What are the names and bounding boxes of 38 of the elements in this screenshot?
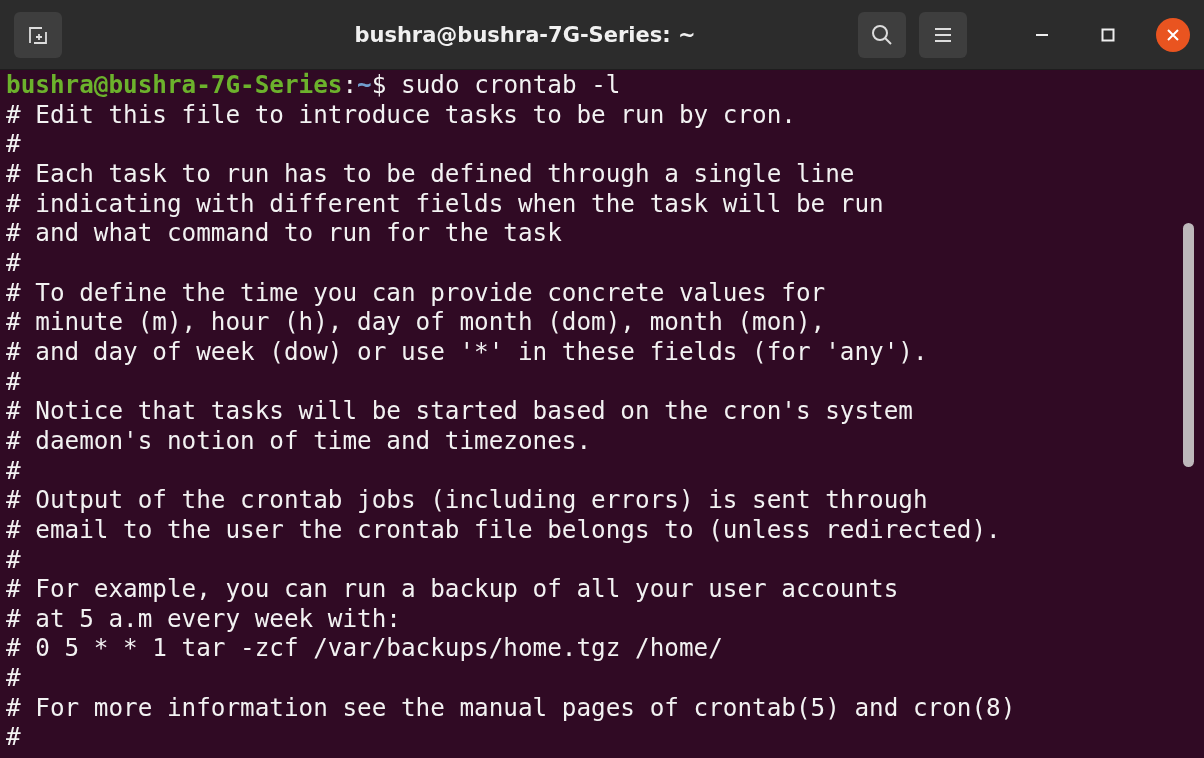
output-line: # Notice that tasks will be started based on the cron's system (6, 396, 914, 426)
output-line: # (6, 663, 22, 693)
output-line: # email to the user the crontab file belongs to (unless redirected). (6, 514, 1002, 545)
output-line: # Each task to run has to be defined through a single line (6, 158, 856, 189)
output-line: # at 5 a.m every week with: (6, 603, 402, 634)
search-icon (870, 22, 894, 47)
output-line: # (6, 366, 22, 397)
output-line: # (6, 544, 22, 575)
output-line: # minute (m), hour (h), day of month (dom), month (mon), (6, 307, 827, 337)
output-line: # Output of the crontab jobs (including errors) is sent through (6, 485, 929, 515)
menu-icon (933, 25, 953, 44)
close-button[interactable] (1156, 17, 1190, 52)
output-line: # daemon's notion of time and timezones. (6, 425, 593, 456)
new-tab-button[interactable] (14, 11, 62, 58)
output-line: # For example, you can run a backup of all your user accounts (6, 574, 900, 604)
prompt-user-host: bushra@bushra-7G-Series (6, 70, 343, 99)
output-line: # (6, 129, 22, 159)
output-line: # For more information see the manual pages of crontab(5) and cron(8) (6, 692, 1017, 723)
output-line: # (6, 455, 22, 486)
output-line: # 0 5 * * 1 tar -zcf /var/backups/home.tgz /home/ (6, 633, 724, 664)
output-line: # Edit this file to introduce tasks to be run by cron. (6, 99, 797, 130)
output-line: # (6, 722, 22, 753)
maximize-icon (1101, 27, 1115, 42)
command-text: sudo crontab -l (401, 70, 621, 99)
prompt-symbol: $ (371, 70, 387, 99)
output-line: # and day of week (dow) or use '*' in these fields (for 'any'). (6, 336, 929, 367)
output-line: # and what command to run for the task (6, 218, 563, 248)
prompt-separator: : (342, 70, 358, 99)
output-line: # (6, 247, 22, 278)
close-icon (1166, 27, 1180, 42)
scrollbar-thumb[interactable] (1183, 223, 1194, 467)
output-line: # indicating with different fields when the task will be run (6, 188, 885, 219)
search-button[interactable] (858, 11, 906, 58)
output-line: # To define the time you can provide concrete values for (6, 277, 827, 308)
minimize-icon (1035, 32, 1049, 37)
menu-button[interactable] (919, 11, 967, 58)
window-title: bushra@bushra-7G-Series: ~ (353, 22, 697, 47)
prompt-path: ~ (357, 70, 372, 99)
